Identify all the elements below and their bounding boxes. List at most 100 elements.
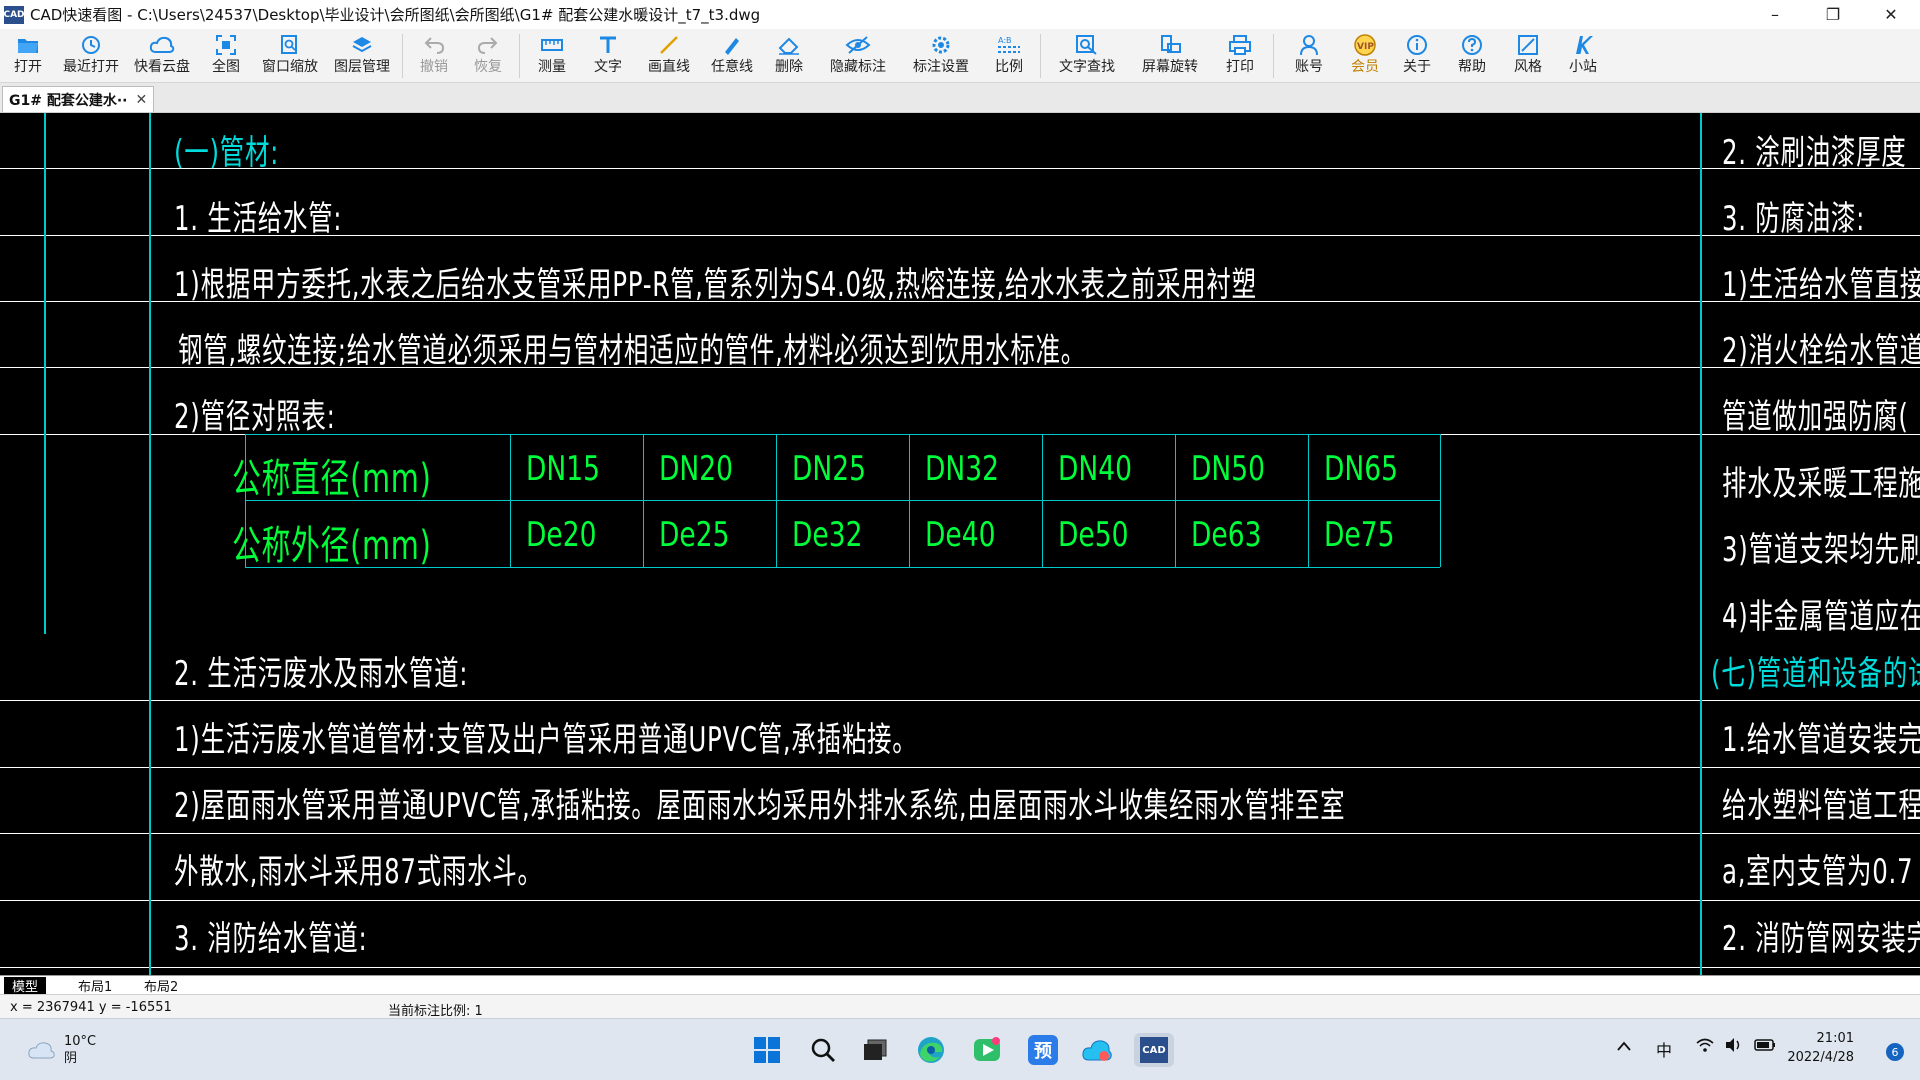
toolbar-button-window-zoom[interactable]: 窗口缩放 [254,29,326,83]
recent-icon [80,33,102,57]
toolbar-label: 窗口缩放 [262,59,318,75]
drawing-text-line: 3. 消防给水管道: [174,919,368,959]
style-icon [1517,33,1539,57]
row-line [0,168,1920,169]
toolbar-button-vip[interactable]: VIP 会员 [1340,29,1390,83]
toolbar-button-redo[interactable]: 恢复 [461,29,515,83]
table-cell: DN40 [1058,449,1133,489]
drawing-text-right: 3)管道支架均先刷 [1722,530,1920,570]
system-clock[interactable]: 21:01 2022/4/28 [1787,1029,1854,1067]
toolbar-button-line[interactable]: 画直线 [636,29,702,83]
edge-browser-icon[interactable] [914,1033,948,1067]
drawing-text-right: 2. 涂刷油漆厚度 [1722,133,1907,173]
sheet-tab-layout1[interactable]: 布局1 [70,977,120,995]
toolbar-button-fullview[interactable]: 全图 [198,29,254,83]
printer-icon [1228,33,1252,57]
weather-widget[interactable]: 10°C 阴 [26,1033,96,1067]
toolbar-label: 比例 [995,59,1023,75]
row-line [0,967,1920,968]
station-icon [1572,33,1594,57]
freehand-icon [721,33,743,57]
cloud-drive-icon[interactable] [1080,1033,1114,1067]
row-line [0,767,1920,768]
preview-app-label: 预 [1028,1035,1058,1065]
drawing-text-right: 管道做加强防腐( [1722,397,1909,437]
toolbar-button-help[interactable]: 帮助 [1444,29,1500,83]
toolbar-button-undo[interactable]: 撤销 [407,29,461,83]
row-line [0,700,1920,701]
frame-line [1700,113,1702,975]
toolbar-button-annotation-settings[interactable]: 标注设置 [900,29,982,83]
table-header-outer-diameter: 公称外径(mm) [232,523,432,569]
start-icon[interactable] [750,1033,784,1067]
maximize-button[interactable]: ❐ [1804,0,1862,29]
drawing-text-line: 2. 生活污废水及雨水管道: [174,654,469,694]
table-line [1175,434,1176,567]
toolbar-button-folder[interactable]: 打开 [0,29,56,83]
toolbar-label: 隐藏标注 [830,59,886,75]
toolbar-button-text-search[interactable]: 文字查找 [1045,29,1129,83]
media-player-icon[interactable] [970,1033,1004,1067]
search-icon[interactable] [806,1033,840,1067]
table-line [643,434,644,567]
toolbar-button-text[interactable]: 文字 [580,29,636,83]
vip-icon: VIP [1353,33,1377,57]
toolbar-button-freehand[interactable]: 任意线 [702,29,762,83]
task-view-icon[interactable] [858,1033,892,1067]
close-tab-icon[interactable]: ✕ [135,92,147,108]
table-line [909,434,910,567]
cad-app-label: CAD [1140,1037,1168,1063]
preview-app-icon[interactable]: 预 [1026,1033,1060,1067]
minimize-button[interactable]: – [1746,0,1804,29]
toolbar-button-style[interactable]: 风格 [1500,29,1556,83]
svg-text:A:B: A:B [998,36,1012,45]
ime-indicator[interactable]: 中 [1656,1037,1672,1061]
table-cell: DN32 [925,449,1000,489]
toolbar-button-measure[interactable]: 测量 [524,29,580,83]
drawing-text-right: 1)生活给水管直接 [1722,265,1920,305]
drawing-text-line: 2)管径对照表: [174,397,336,437]
toolbar-button-station[interactable]: 小站 [1556,29,1610,83]
toolbar-label: 打开 [14,59,42,75]
volume-icon[interactable] [1724,1037,1742,1057]
toolbar-button-cloud[interactable]: 快看云盘 [126,29,198,83]
toolbar-label: 任意线 [711,59,753,75]
toolbar-label: 删除 [775,59,803,75]
toolbar-button-recent[interactable]: 最近打开 [56,29,126,83]
toolbar-button-layers[interactable]: 图层管理 [326,29,398,83]
toolbar-button-hide-annotation[interactable]: 隐藏标注 [816,29,900,83]
undo-icon [423,33,445,57]
toolbar-button-printer[interactable]: 打印 [1211,29,1269,83]
cad-app-icon[interactable]: CAD [1134,1033,1174,1067]
file-tab-label: G1# 配套公建水·· [9,92,128,109]
toolbar-button-eraser[interactable]: 删除 [762,29,816,83]
battery-icon[interactable] [1754,1037,1776,1056]
drawing-text-right: 排水及采暖工程施 [1722,464,1920,504]
table-cell: DN25 [792,449,867,489]
toolbar-button-scale[interactable]: A:B 比例 [982,29,1036,83]
table-line [245,434,1440,435]
toolbar-button-info[interactable]: 关于 [1390,29,1444,83]
toolbar-button-rotate-screen[interactable]: 屏幕旋转 [1129,29,1211,83]
drawing-text-line: 外散水,雨水斗采用87式雨水斗。 [174,852,543,892]
table-cell: De40 [925,515,996,555]
close-button[interactable]: ✕ [1862,0,1920,29]
sheet-tab-layout2[interactable]: 布局2 [136,977,186,995]
toolbar-label: 打印 [1226,59,1254,75]
drawing-canvas[interactable]: (一)管材: 1. 生活给水管: 1)根据甲方委托,水表之后给水支管采用PP-R管,… [0,113,1920,975]
app-icon: CAD [3,5,25,24]
annotation-scale-status: 当前标注比例: 1 [388,1004,483,1019]
toolbar-label: 测量 [538,59,566,75]
tray-overflow-icon[interactable] [1616,1037,1632,1056]
window-zoom-icon [279,33,301,57]
toolbar-button-account[interactable]: 账号 [1278,29,1340,83]
notification-badge[interactable]: 6 [1886,1043,1904,1061]
toolbar-label: 会员 [1351,59,1379,75]
toolbar-label: 文字查找 [1059,59,1115,75]
window-title: CAD快速看图 - C:\Users\24537\Desktop\毕业设计\会所… [30,6,761,24]
sheet-tab-model[interactable]: 模型 [4,977,47,995]
drawing-text-right: a,室内支管为0.7 [1722,852,1914,892]
wifi-icon[interactable] [1696,1037,1714,1057]
file-tab[interactable]: G1# 配套公建水·· ✕ [2,86,155,112]
redo-icon [477,33,499,57]
